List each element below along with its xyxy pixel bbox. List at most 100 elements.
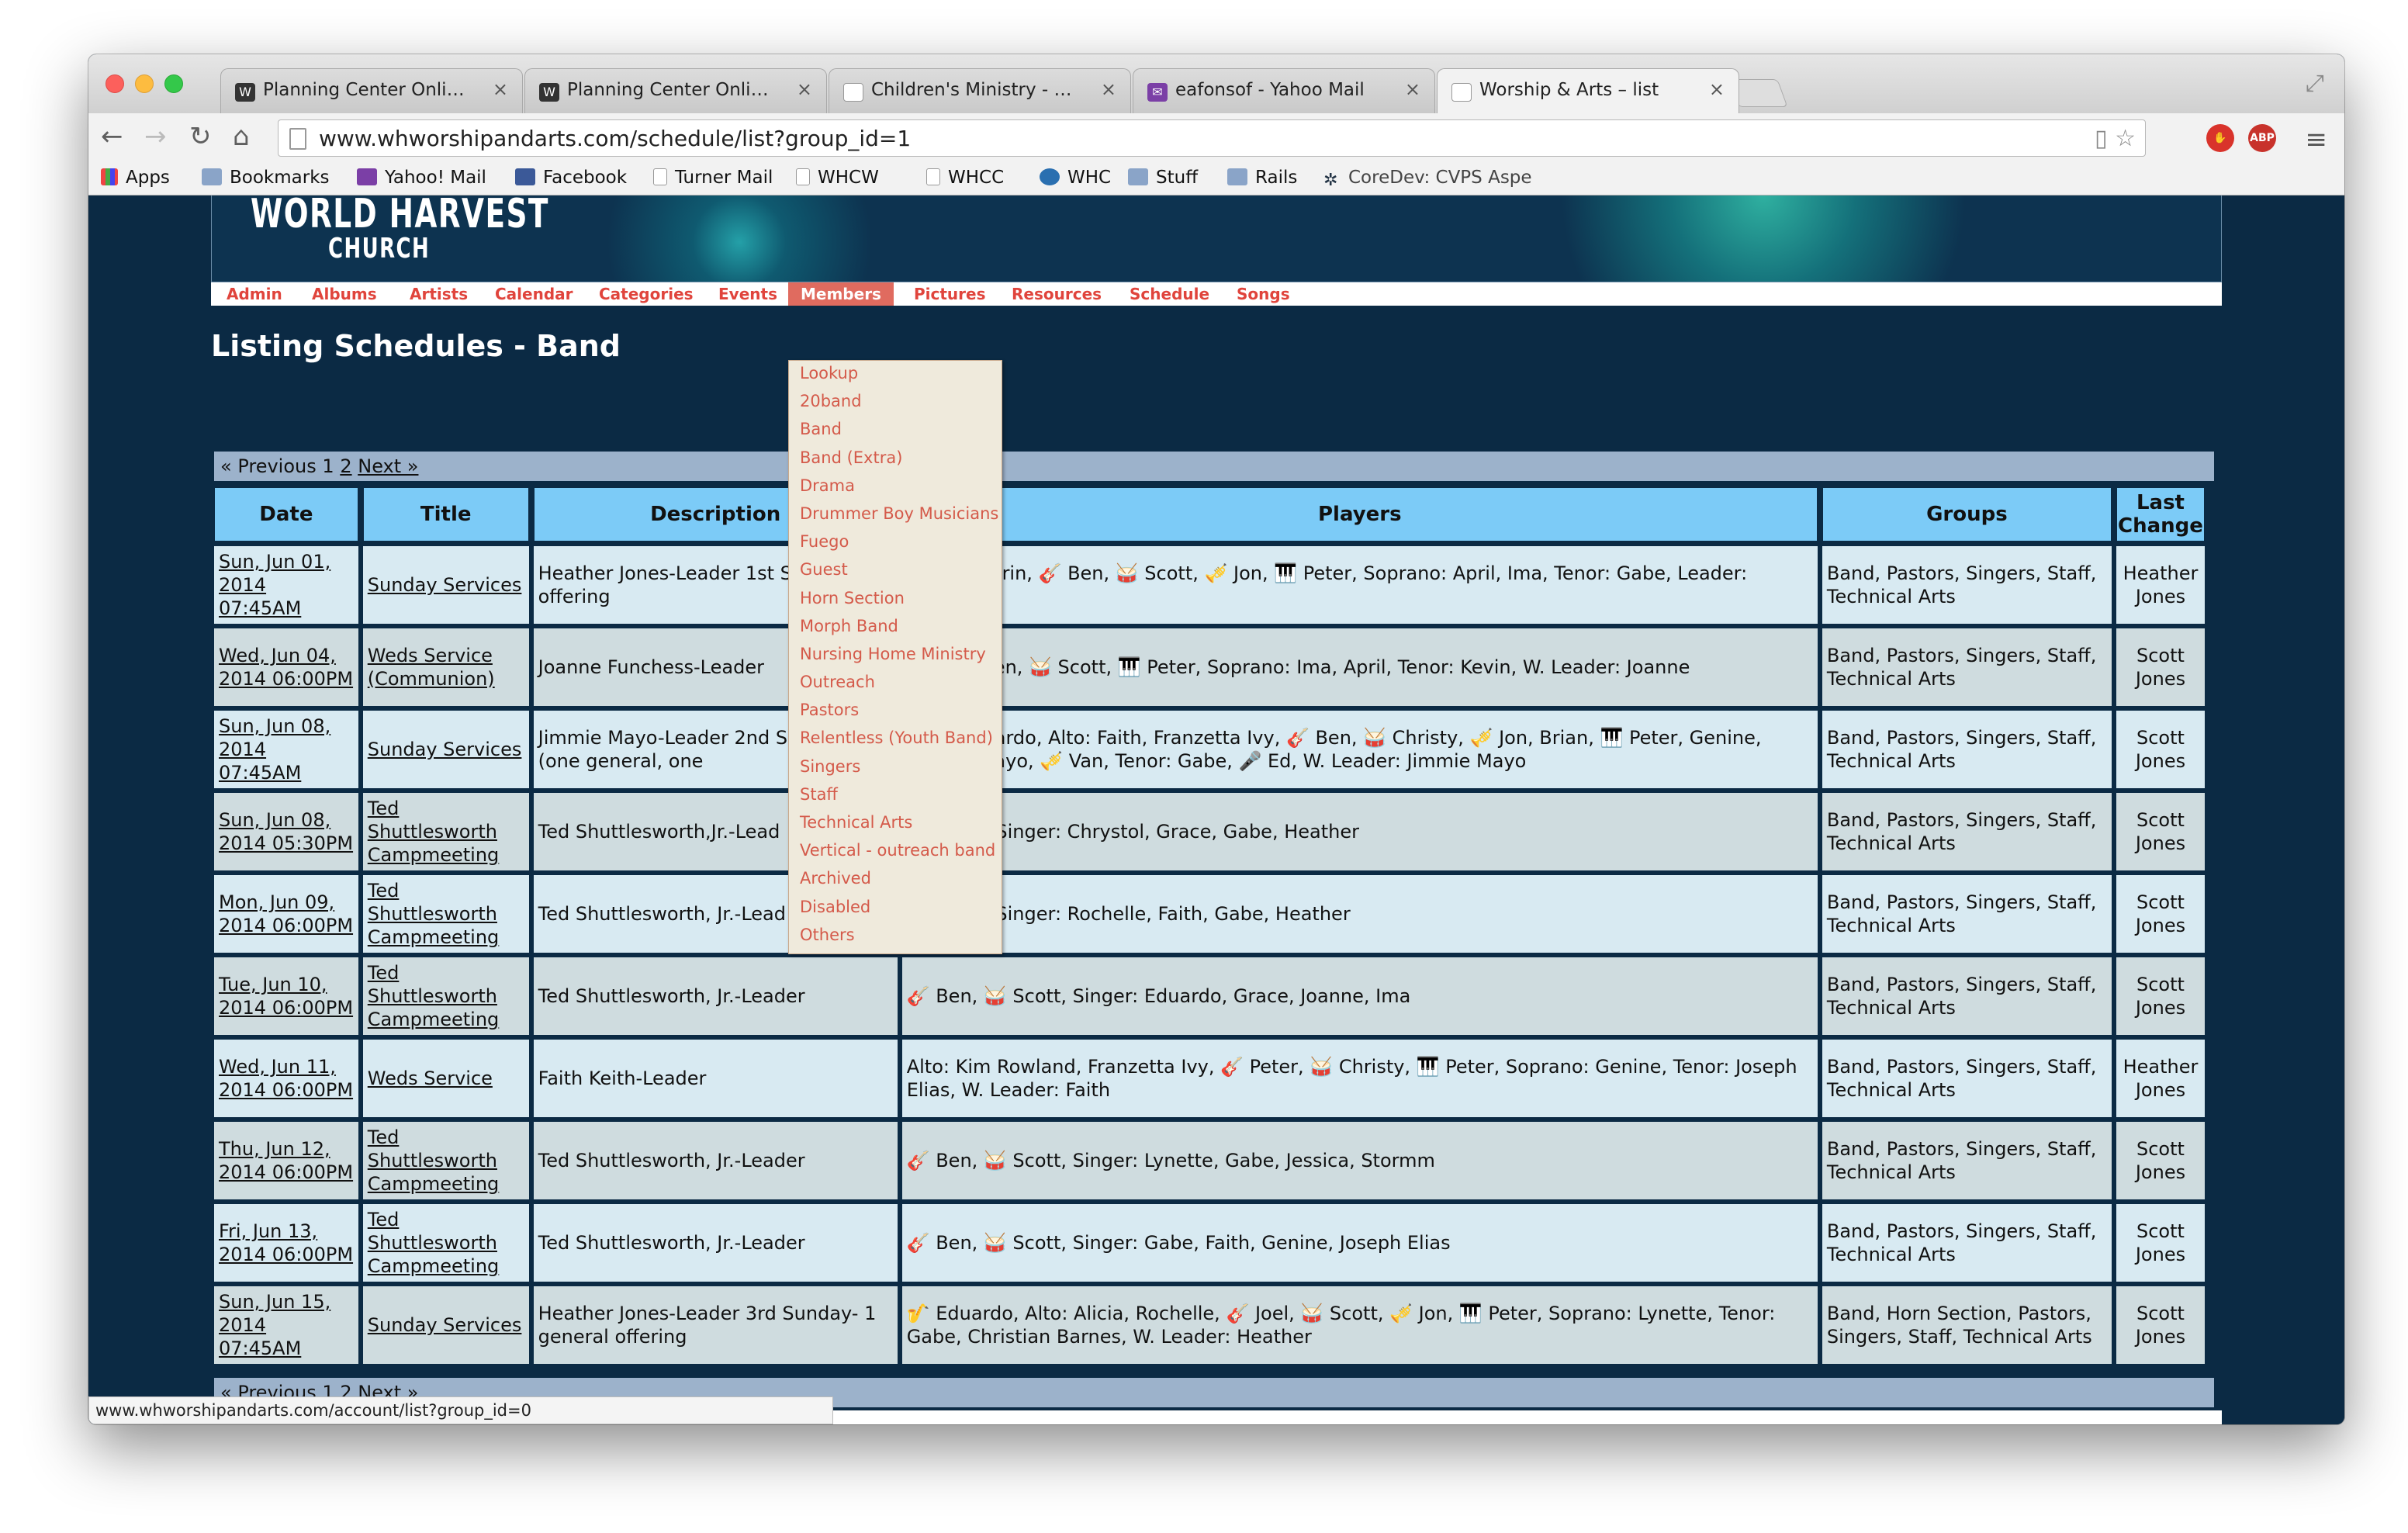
home-icon[interactable]: ⌂ [233,123,250,151]
schedule-date-link[interactable]: Mon, Jun 09, 2014 06:00PM [219,891,353,936]
nav-albums[interactable]: Albums [312,285,377,303]
pagination-top: « Previous 1 2 Next » [214,452,2214,481]
schedule-title-link[interactable]: Sunday Services [368,739,522,760]
members-menu-item[interactable]: Vertical - outreach band [789,838,1002,866]
bookmark-stuff[interactable]: Stuff [1128,168,1198,188]
nav-members[interactable]: Members [788,282,894,306]
members-menu-item[interactable]: Band (Extra) [789,445,1002,473]
schedule-date-link[interactable]: Sun, Jun 01, 2014 07:45AM [219,551,330,619]
schedule-title-link[interactable]: Ted Shuttlesworth Campmeeting [368,1209,500,1277]
schedule-title-link[interactable]: Ted Shuttlesworth Campmeeting [368,1126,500,1195]
browser-tab[interactable]: ✉ eafonsof - Yahoo Mail × [1133,68,1435,113]
nav-categories[interactable]: Categories [599,285,694,303]
yahoo-mail-icon [357,168,377,185]
bookmark-apps[interactable]: Apps [101,168,170,188]
members-menu-item[interactable]: Band [789,417,1002,445]
members-menu-item[interactable]: Lookup [789,361,1002,389]
description-cell: Ted Shuttlesworth, Jr.-Leader [533,953,898,1035]
members-menu-item[interactable]: Others [789,922,1002,950]
minimize-window-button[interactable] [135,74,154,93]
members-menu-item[interactable]: Drama [789,473,1002,501]
forward-icon[interactable]: → [144,123,167,151]
bookmark-whcc[interactable]: WHCC [926,168,1004,188]
last-change-cell: Scott Jones [2116,788,2205,870]
adblock-plus-icon[interactable]: ABP [2248,124,2276,152]
reload-icon[interactable]: ↻ [189,123,212,151]
nav-resources[interactable]: Resources [1012,285,1102,303]
close-tab-icon[interactable]: × [1405,78,1420,100]
members-menu-item[interactable]: Fuego [789,529,1002,557]
date-cell: Sun, Jun 01, 2014 07:45AM [214,542,358,624]
bookmark-whc[interactable]: WHC [1040,168,1111,188]
schedule-title-link[interactable]: Ted Shuttlesworth Campmeeting [368,962,500,1030]
bookmark-turner-mail[interactable]: Turner Mail [653,168,773,188]
close-window-button[interactable] [106,74,124,93]
chrome-menu-icon[interactable]: ≡ [2306,124,2328,155]
nav-admin[interactable]: Admin [227,285,282,303]
members-menu-item[interactable]: Technical Arts [789,810,1002,838]
last-change-text: Scott Jones [2135,891,2186,936]
members-menu-item[interactable]: Morph Band [789,614,1002,642]
bookmark-rails[interactable]: Rails [1227,168,1297,188]
url-input[interactable] [279,124,1752,152]
schedule-title-link[interactable]: Ted Shuttlesworth Campmeeting [368,798,500,866]
close-tab-icon[interactable]: × [1709,78,1725,100]
nav-songs[interactable]: Songs [1237,285,1290,303]
schedule-date-link[interactable]: Sun, Jun 08, 2014 07:45AM [219,715,330,784]
close-tab-icon[interactable]: × [797,78,812,100]
maximize-window-button[interactable] [164,74,183,93]
schedule-date-link[interactable]: Tue, Jun 10, 2014 06:00PM [219,974,353,1019]
browser-tab[interactable]: Children's Ministry - show × [829,68,1131,113]
members-menu-item[interactable]: Outreach [789,670,1002,697]
fullscreen-icon[interactable]: ⤢ [2306,70,2324,97]
nav-schedule[interactable]: Schedule [1130,285,1209,303]
schedule-date-link[interactable]: Fri, Jun 13, 2014 06:00PM [219,1220,353,1265]
browser-tab[interactable]: WPlanning Center Online – Jo× [524,68,827,113]
bookmark-coredev[interactable]: ✲ CoreDev: CVPS Aspe [1323,168,1532,190]
members-menu-item[interactable]: Nursing Home Ministry [789,642,1002,670]
schedule-date-link[interactable]: Wed, Jun 04, 2014 06:00PM [219,645,353,690]
nav-calendar[interactable]: Calendar [495,285,573,303]
schedule-title-link[interactable]: Weds Service [368,1068,493,1089]
next-page-link[interactable]: Next » [358,455,418,477]
schedule-date-link[interactable]: Thu, Jun 12, 2014 06:00PM [219,1138,353,1183]
last-change-text: Scott Jones [2135,809,2186,854]
members-menu-item[interactable]: Archived [789,866,1002,894]
schedule-title-link[interactable]: Sunday Services [368,1314,522,1336]
nav-artists[interactable]: Artists [410,285,468,303]
members-menu-item[interactable]: 20band [789,389,1002,417]
schedule-title-link[interactable]: Weds Service (Communion) [368,645,495,690]
members-menu-item[interactable]: Relentless (Youth Band) [789,725,1002,753]
table-row: Sun, Jun 01, 2014 07:45AM Sunday Services… [214,542,2205,624]
schedule-title-link[interactable]: Sunday Services [368,574,522,596]
page-2-link[interactable]: 2 [340,455,351,477]
status-bar: www.whworshipandarts.com/account/list?gr… [88,1396,833,1424]
members-menu-item[interactable]: Disabled [789,895,1002,922]
members-menu-item[interactable]: Drummer Boy Musicians [789,501,1002,529]
schedule-date-link[interactable]: Wed, Jun 11, 2014 06:00PM [219,1056,353,1101]
back-icon[interactable]: ← [101,123,123,151]
browser-tab-active[interactable]: Worship & Arts – list × [1437,68,1739,113]
members-menu-item[interactable]: Horn Section [789,586,1002,614]
members-menu-item[interactable]: Pastors [789,697,1002,725]
schedule-title-link[interactable]: Ted Shuttlesworth Campmeeting [368,880,500,948]
close-tab-icon[interactable]: × [1101,78,1116,100]
col-date: Date [214,487,358,542]
members-menu-item[interactable]: Guest [789,557,1002,585]
address-bar[interactable]: ▯ ☆ [278,119,2146,157]
bookmark-whcw[interactable]: WHCW [796,168,879,188]
bookmark-bookmarks[interactable]: Bookmarks [202,168,330,188]
extension-hand-icon[interactable]: ✋ [2206,124,2234,152]
members-menu-item[interactable]: Staff [789,782,1002,810]
bookmark-facebook[interactable]: Facebook [515,168,627,188]
close-tab-icon[interactable]: × [493,78,508,100]
members-menu-item[interactable]: Singers [789,754,1002,782]
browser-tab[interactable]: WPlanning Center Online – Jo× [220,68,523,113]
bookmark-star-icon[interactable]: ▯ ☆ [2095,125,2136,152]
nav-events[interactable]: Events [718,285,777,303]
table-header: Date Title Description Players Groups La… [214,487,2205,542]
nav-pictures[interactable]: Pictures [914,285,986,303]
schedule-date-link[interactable]: Sun, Jun 15, 2014 07:45AM [219,1291,330,1359]
bookmark-yahoo-mail[interactable]: Yahoo! Mail [357,168,486,188]
schedule-date-link[interactable]: Sun, Jun 08, 2014 05:30PM [219,809,353,854]
